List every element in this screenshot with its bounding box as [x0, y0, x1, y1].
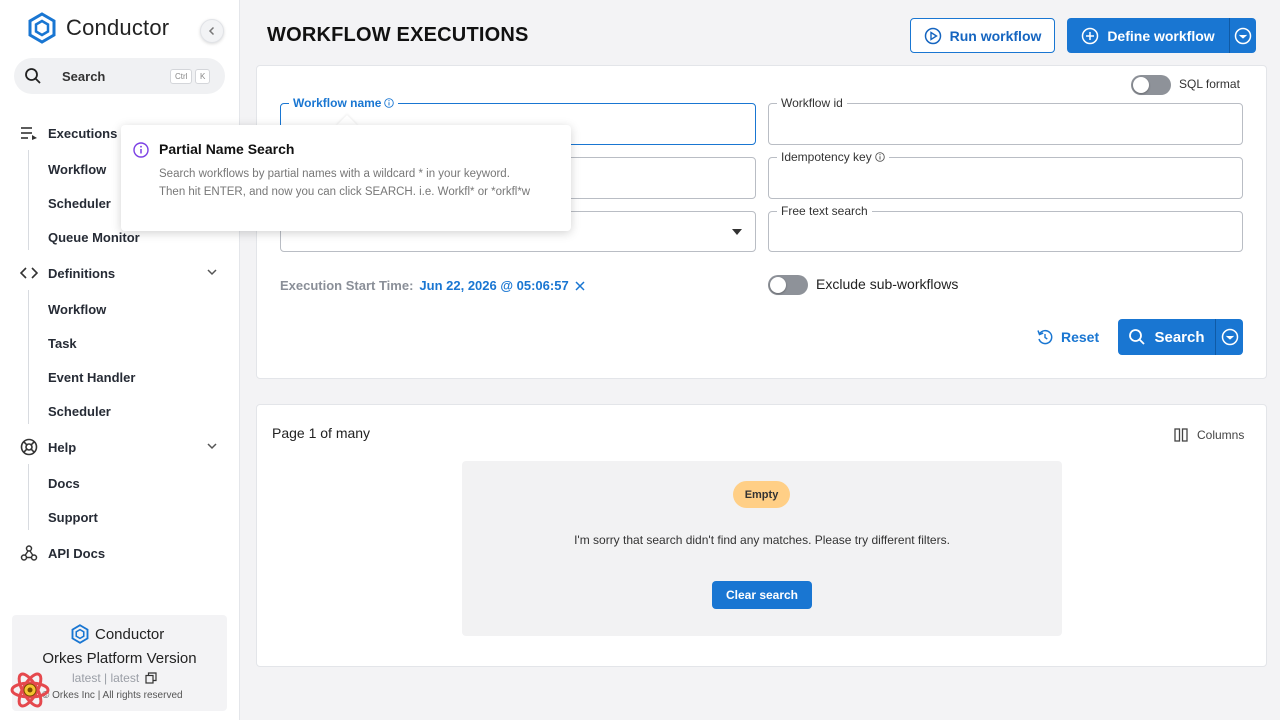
reset-label: Reset — [1061, 329, 1100, 345]
nav-definitions-scheduler[interactable]: Scheduler — [48, 404, 111, 419]
close-icon[interactable] — [575, 280, 585, 291]
workflow-name-label-text: Workflow name — [293, 96, 382, 110]
idempotency-key-label-text: Idempotency key — [781, 150, 872, 164]
conductor-logo-icon — [71, 624, 89, 644]
empty-badge: Empty — [733, 481, 790, 508]
page-info: Page 1 of many — [272, 425, 371, 441]
nav-definitions-event-handler[interactable]: Event Handler — [48, 370, 135, 385]
toggle-knob — [1133, 77, 1149, 93]
dropdown-arrow-icon — [732, 229, 742, 235]
define-workflow-button-group[interactable]: Define workflow — [1067, 18, 1256, 53]
tree-line — [28, 150, 29, 250]
reset-icon — [1037, 329, 1053, 345]
sql-format-toggle[interactable] — [1131, 75, 1171, 95]
code-icon — [20, 264, 38, 282]
nav-definitions[interactable]: Definitions — [0, 264, 239, 282]
search-button[interactable]: Search — [1118, 319, 1215, 355]
workflow-id-label: Workflow id — [777, 96, 847, 110]
execution-start-time: Execution Start Time: Jun 22, 2026 @ 05:… — [280, 278, 585, 293]
nav-executions-label: Executions — [48, 125, 118, 141]
define-workflow-label: Define workflow — [1107, 27, 1215, 44]
nav-executions-workflow[interactable]: Workflow — [48, 162, 106, 177]
search-icon — [1129, 329, 1146, 345]
nav-help[interactable]: Help — [0, 438, 239, 456]
empty-message: I'm sorry that search didn't find any ma… — [574, 533, 950, 547]
nav-executions-queue-monitor[interactable]: Queue Monitor — [48, 230, 140, 245]
nav-executions-scheduler[interactable]: Scheduler — [48, 196, 111, 211]
chevron-down-circle-icon — [1221, 328, 1238, 346]
info-icon[interactable] — [384, 98, 395, 108]
copy-icon[interactable] — [145, 672, 157, 684]
list-icon — [20, 124, 38, 142]
workflow-id-field[interactable]: Workflow id — [768, 96, 1243, 145]
page-title: WORKFLOW EXECUTIONS — [267, 24, 529, 46]
toggle-knob — [770, 277, 786, 293]
exclude-sub-workflows-label: Exclude sub-workflows — [816, 276, 959, 292]
define-workflow-button[interactable]: Define workflow — [1067, 18, 1229, 53]
nav-api-docs[interactable]: API Docs — [0, 544, 239, 562]
copyright: © Orkes Inc | All rights reserved — [42, 690, 183, 701]
free-text-search-field[interactable]: Free text search — [768, 204, 1243, 252]
shortcut-ctrl: Ctrl — [170, 69, 193, 84]
reset-button[interactable]: Reset — [1036, 326, 1099, 348]
tree-line — [28, 464, 29, 530]
version-text: latest | latest — [72, 671, 140, 685]
nav-help-docs[interactable]: Docs — [48, 476, 80, 491]
exclude-sub-workflows-toggle[interactable] — [768, 275, 808, 295]
search-label: Search — [1154, 328, 1205, 346]
clear-search-button[interactable]: Clear search — [712, 581, 812, 609]
empty-state: Empty I'm sorry that search didn't find … — [462, 461, 1062, 636]
tree-line — [28, 290, 29, 424]
nav-help-support[interactable]: Support — [48, 510, 98, 525]
footer-brand: Conductor — [70, 624, 164, 644]
conductor-logo-icon — [28, 12, 56, 44]
sql-format-label: SQL format — [1179, 77, 1240, 91]
react-devtools-icon[interactable] — [10, 670, 50, 710]
lifebuoy-icon — [20, 438, 38, 456]
free-text-search-label: Free text search — [777, 204, 872, 218]
webhook-icon — [20, 544, 38, 562]
plus-circle-icon — [1082, 27, 1099, 44]
workflow-name-label: Workflow name — [289, 96, 399, 110]
sidebar-search[interactable]: Search Ctrl K — [14, 58, 225, 94]
platform-version-label: Orkes Platform Version — [42, 650, 197, 667]
info-icon — [133, 142, 149, 158]
nav-definitions-label: Definitions — [48, 265, 116, 281]
logo[interactable]: Conductor — [26, 12, 169, 44]
idempotency-key-label: Idempotency key — [777, 150, 889, 164]
run-workflow-label: Run workflow — [949, 27, 1042, 44]
sidebar: Conductor Search Ctrl K Executions Workf… — [0, 0, 240, 720]
chevron-down-circle-icon — [1234, 27, 1252, 44]
shortcut-k: K — [195, 69, 211, 84]
columns-icon — [1174, 428, 1188, 442]
columns-label: Columns — [1197, 428, 1245, 442]
nav-help-label: Help — [48, 439, 77, 455]
search-dropdown[interactable] — [1216, 319, 1243, 355]
brand-name: Conductor — [66, 15, 170, 40]
define-workflow-dropdown[interactable] — [1230, 18, 1256, 53]
start-time-label: Execution Start Time: — [280, 278, 414, 293]
chevron-down-icon — [206, 266, 218, 281]
search-button-group[interactable]: Search — [1118, 319, 1243, 355]
nav-definitions-workflow[interactable]: Workflow — [48, 302, 106, 317]
search-icon — [25, 68, 41, 84]
start-time-value[interactable]: Jun 22, 2026 @ 05:06:57 — [419, 278, 568, 293]
sidebar-search-label: Search — [62, 68, 106, 84]
footer-brand-name: Conductor — [95, 625, 165, 643]
play-circle-icon — [924, 27, 941, 44]
nav-definitions-task[interactable]: Task — [48, 336, 77, 351]
tooltip-body: Search workflows by partial names with a… — [159, 168, 531, 198]
version-values: latest | latest — [72, 671, 157, 685]
chevron-left-icon — [208, 26, 215, 36]
chevron-down-icon — [206, 440, 218, 455]
run-workflow-button[interactable]: Run workflow — [910, 18, 1055, 53]
columns-button[interactable]: Columns — [1173, 427, 1244, 443]
idempotency-key-field[interactable]: Idempotency key — [768, 150, 1243, 199]
nav-api-docs-label: API Docs — [48, 545, 106, 561]
partial-name-search-tooltip: Partial Name Search Search workflows by … — [121, 125, 571, 231]
tooltip-title: Partial Name Search — [159, 141, 295, 157]
collapse-sidebar-button[interactable] — [200, 19, 224, 43]
info-icon[interactable] — [874, 152, 885, 162]
